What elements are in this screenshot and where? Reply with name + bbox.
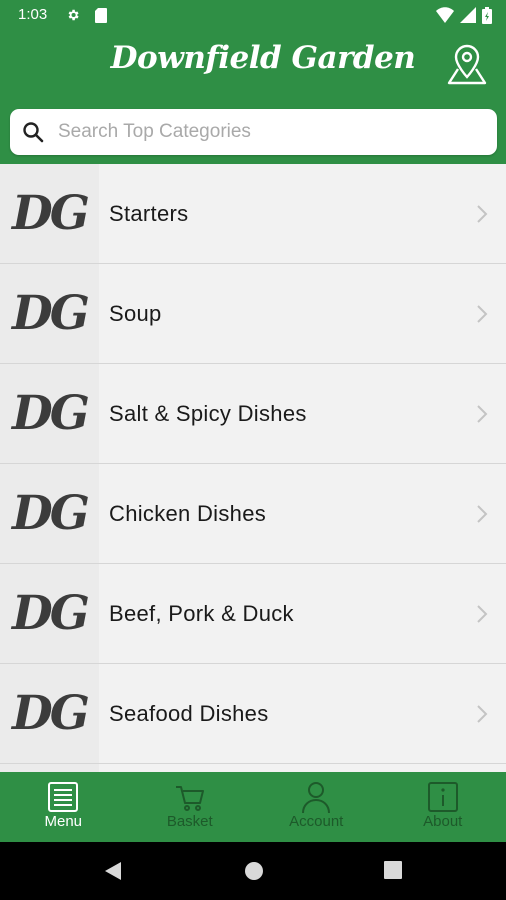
tab-menu[interactable]: Menu: [0, 772, 127, 842]
dg-logo: DG: [12, 586, 90, 641]
category-thumbnail: DG: [0, 164, 99, 263]
chevron-right-icon: [477, 305, 488, 323]
category-item-salt-spicy[interactable]: DG Salt & Spicy Dishes: [0, 364, 506, 464]
back-icon[interactable]: [103, 861, 123, 881]
sd-card-icon: [95, 8, 107, 23]
search-box[interactable]: [10, 109, 497, 155]
chevron-right-icon: [477, 405, 488, 423]
dg-logo: DG: [12, 186, 90, 241]
category-item-partial[interactable]: DG: [0, 764, 506, 772]
app-header: Downfield Garden: [0, 32, 506, 164]
tab-about[interactable]: About: [380, 772, 506, 842]
info-icon: [427, 782, 458, 812]
category-item-seafood[interactable]: DG Seafood Dishes: [0, 664, 506, 764]
wifi-icon: [436, 7, 454, 23]
dg-logo: DG: [12, 486, 90, 541]
category-item-chicken[interactable]: DG Chicken Dishes: [0, 464, 506, 564]
menu-list-icon: [48, 782, 79, 812]
signal-icon: [460, 7, 476, 23]
system-nav-bar: [0, 842, 506, 900]
person-icon: [302, 782, 331, 814]
category-label: Seafood Dishes: [109, 701, 269, 726]
chevron-right-icon: [477, 605, 488, 623]
cart-icon: [175, 786, 204, 811]
category-thumbnail: DG: [0, 264, 99, 363]
recents-icon[interactable]: [384, 861, 402, 879]
tab-basket[interactable]: Basket: [127, 772, 254, 842]
chevron-right-icon: [477, 505, 488, 523]
category-thumbnail: DG: [0, 364, 99, 463]
bottom-nav: Menu Basket Account About: [0, 772, 506, 842]
tab-menu-label: Menu: [44, 813, 83, 830]
home-icon[interactable]: [244, 861, 264, 881]
chevron-right-icon: [477, 205, 488, 223]
category-label: Chicken Dishes: [109, 501, 267, 526]
chevron-right-icon: [477, 705, 488, 723]
location-pin-icon[interactable]: [446, 42, 488, 86]
dg-logo: DG: [12, 386, 90, 441]
dg-logo: DG: [12, 286, 90, 341]
category-item-soup[interactable]: DG Soup: [0, 264, 506, 364]
tab-account[interactable]: Account: [253, 772, 380, 842]
tab-basket-label: Basket: [166, 813, 213, 830]
search-icon: [23, 122, 44, 143]
category-list: DG Starters DG Soup DG Salt & Spicy Dish…: [0, 164, 506, 772]
search-input[interactable]: [58, 109, 488, 155]
category-label: Salt & Spicy Dishes: [109, 401, 307, 426]
battery-icon: [482, 6, 492, 24]
dg-logo: DG: [12, 686, 90, 741]
status-bar: 1:03: [0, 0, 506, 32]
category-thumbnail: DG: [0, 464, 99, 563]
category-thumbnail: DG: [0, 764, 99, 772]
category-item-beef-pork-duck[interactable]: DG Beef, Pork & Duck: [0, 564, 506, 664]
app-title: Downfield Garden: [110, 40, 416, 76]
status-time: 1:03: [18, 6, 48, 23]
category-thumbnail: DG: [0, 664, 99, 763]
tab-about-label: About: [423, 813, 463, 830]
category-thumbnail: DG: [0, 564, 99, 663]
category-label: Beef, Pork & Duck: [109, 601, 294, 626]
tab-account-label: Account: [289, 813, 344, 830]
category-label: Soup: [109, 301, 162, 326]
category-label: Starters: [109, 201, 189, 226]
category-item-starters[interactable]: DG Starters: [0, 164, 506, 264]
gear-icon: [68, 9, 79, 21]
